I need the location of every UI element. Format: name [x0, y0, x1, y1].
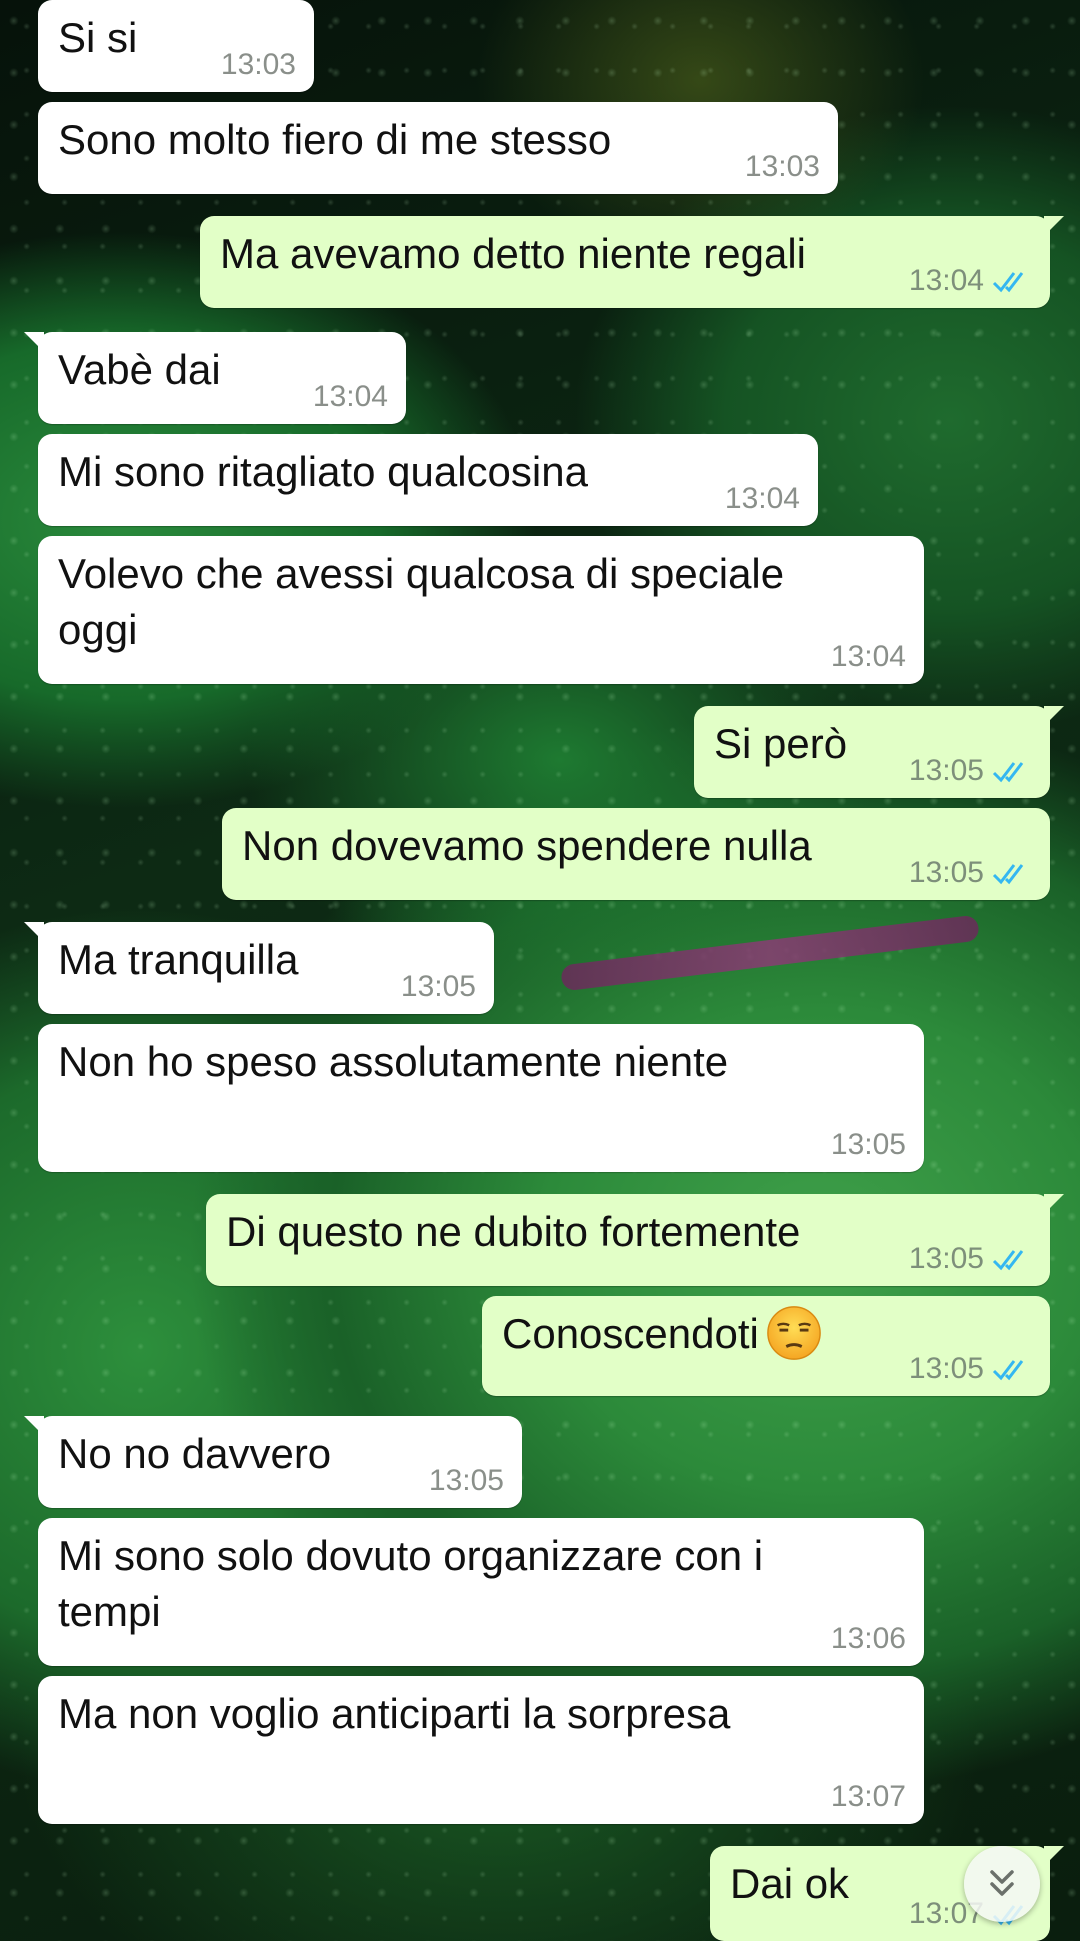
message-incoming[interactable]: Sono molto fiero di me stesso 13:03	[38, 102, 838, 194]
message-incoming[interactable]: Ma non voglio anticiparti la sorpresa 13…	[38, 1676, 924, 1824]
message-incoming[interactable]: Si si 13:03	[38, 0, 314, 92]
message-meta: 13:04	[313, 380, 388, 414]
message-incoming[interactable]: No no davvero 13:05	[24, 1416, 522, 1508]
message-meta: 13:06	[831, 1622, 906, 1656]
message-incoming[interactable]: Mi sono ritagliato qualcosina 13:04	[38, 434, 818, 526]
message-text: Si si	[58, 14, 138, 61]
double-check-icon	[992, 762, 1024, 783]
double-check-icon	[992, 272, 1024, 293]
message-outgoing[interactable]: Conoscendoti 13:05	[482, 1296, 1050, 1396]
message-meta: 13:05	[909, 856, 1032, 890]
message-text: Vabè dai	[58, 346, 221, 393]
message-time: 13:04	[908, 264, 984, 297]
scroll-to-bottom-button[interactable]	[964, 1846, 1040, 1922]
double-check-icon	[992, 1250, 1024, 1271]
message-meta: 13:05	[909, 1352, 1032, 1386]
message-text: Ma tranquilla	[58, 936, 299, 983]
message-meta: 13:07	[831, 1780, 906, 1814]
message-outgoing[interactable]: Si però 13:05	[694, 706, 1064, 798]
message-incoming[interactable]: Mi sono solo dovuto organizzare con i te…	[38, 1518, 924, 1666]
double-chevron-down-icon	[990, 1870, 1014, 1896]
message-text: Mi sono solo dovuto organizzare con i te…	[58, 1532, 764, 1635]
message-time: 13:07	[830, 1780, 906, 1813]
message-text: Dai ok	[730, 1860, 850, 1907]
message-meta: 13:05	[909, 1242, 1032, 1276]
message-time: 13:04	[830, 640, 906, 673]
message-time: 13:05	[428, 1464, 504, 1497]
message-outgoing[interactable]: Di questo ne dubito fortemente 13:05	[206, 1194, 1064, 1286]
message-text: Volevo che avessi qualcosa di speciale o…	[58, 550, 785, 653]
message-meta: 13:03	[221, 48, 296, 82]
chat-message-list[interactable]: Si si 13:03 Sono molto fiero di me stess…	[0, 0, 1080, 1941]
message-time: 13:05	[908, 754, 984, 787]
unamused-face-icon	[767, 1306, 821, 1360]
message-meta: 13:05	[401, 970, 476, 1004]
message-meta: 13:04	[831, 640, 906, 674]
message-time: 13:05	[908, 1242, 984, 1275]
message-meta: 13:03	[745, 150, 820, 184]
message-time: 13:05	[830, 1128, 906, 1161]
message-incoming[interactable]: Ma tranquilla 13:05	[24, 922, 494, 1014]
message-time: 13:03	[220, 48, 296, 81]
message-incoming[interactable]: Volevo che avessi qualcosa di speciale o…	[38, 536, 924, 684]
message-text: Di questo ne dubito fortemente	[226, 1208, 801, 1255]
message-time: 13:05	[908, 1352, 984, 1385]
message-time: 13:05	[400, 970, 476, 1003]
message-text: Si però	[714, 720, 848, 767]
message-meta: 13:04	[725, 482, 800, 516]
message-meta: 13:04	[909, 264, 1032, 298]
double-check-icon	[992, 864, 1024, 885]
message-time: 13:03	[744, 150, 820, 183]
message-outgoing[interactable]: Ma avevamo detto niente regali 13:04	[200, 216, 1064, 308]
message-outgoing[interactable]: Non dovevamo spendere nulla 13:05	[222, 808, 1050, 900]
message-time: 13:04	[312, 380, 388, 413]
message-time: 13:05	[908, 856, 984, 889]
message-text: Conoscendoti	[502, 1310, 759, 1357]
message-time: 13:06	[830, 1622, 906, 1655]
message-meta: 13:05	[429, 1464, 504, 1498]
message-incoming[interactable]: Non ho speso assolutamente niente 13:05	[38, 1024, 924, 1172]
message-incoming[interactable]: Vabè dai 13:04	[24, 332, 406, 424]
message-text: Non dovevamo spendere nulla	[242, 822, 812, 869]
double-check-icon	[992, 1360, 1024, 1381]
message-text: Sono molto fiero di me stesso	[58, 116, 612, 163]
message-text: Ma non voglio anticiparti la sorpresa	[58, 1690, 731, 1737]
message-text: Non ho speso assolutamente niente	[58, 1038, 729, 1085]
message-text: Ma avevamo detto niente regali	[220, 230, 807, 277]
message-text: Mi sono ritagliato qualcosina	[58, 448, 588, 495]
message-meta: 13:05	[909, 754, 1032, 788]
message-text: No no davvero	[58, 1430, 332, 1477]
message-meta: 13:05	[831, 1128, 906, 1162]
message-time: 13:04	[724, 482, 800, 515]
